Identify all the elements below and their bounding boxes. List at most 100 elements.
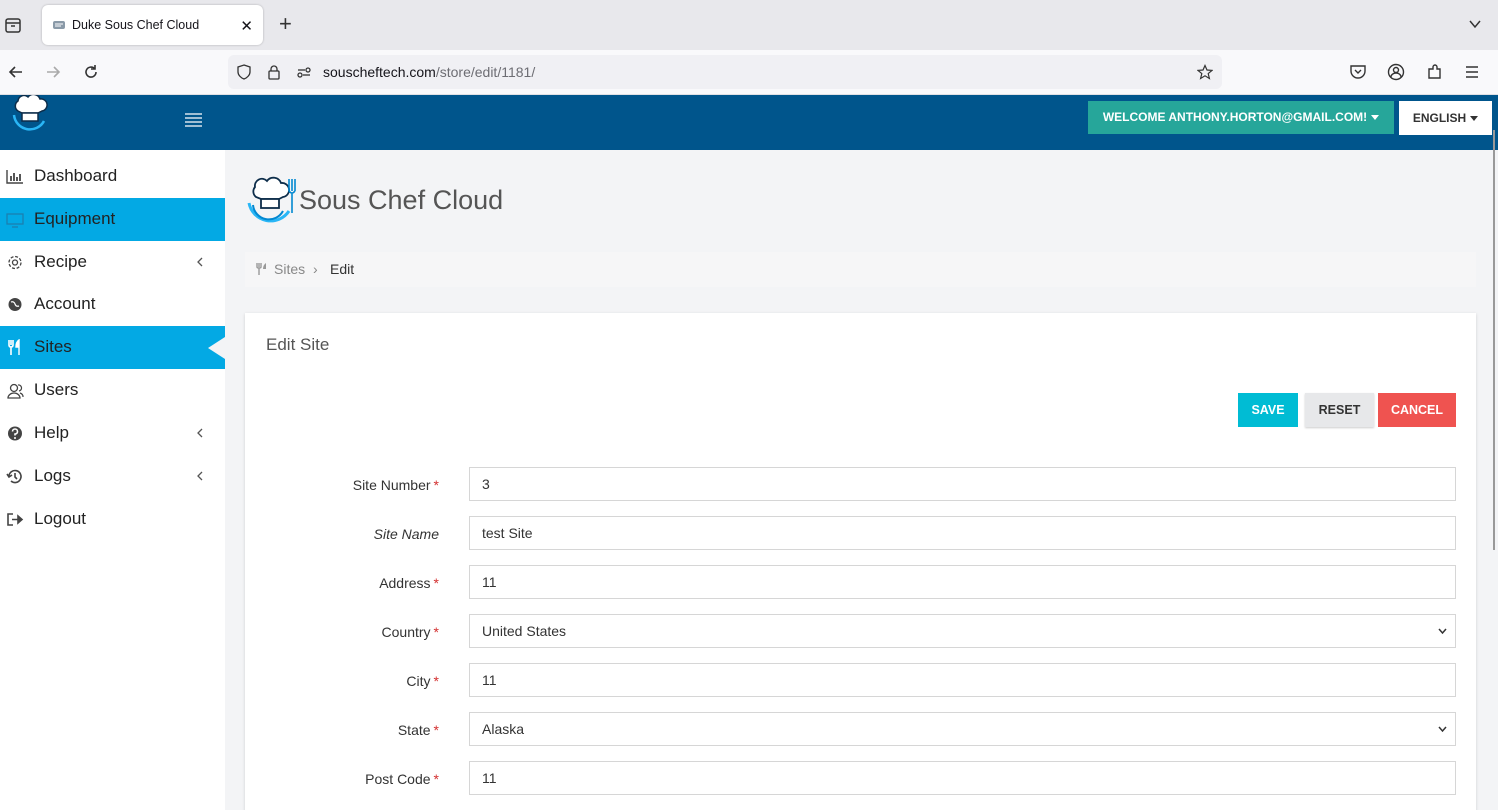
chevron-left-icon xyxy=(197,257,203,267)
state-label: State * xyxy=(245,722,439,738)
label-text: Site Name xyxy=(373,526,439,542)
caret-down-icon xyxy=(1371,115,1380,121)
required-mark: * xyxy=(433,624,439,640)
cutlery-icon xyxy=(8,339,20,355)
label-text: Country xyxy=(381,624,431,640)
browser-tab-bar: Duke Sous Chef Cloud ✕ + xyxy=(0,0,1498,50)
star-icon[interactable] xyxy=(1197,64,1213,80)
sidebar-item-label: Equipment xyxy=(34,209,116,228)
hamburger-menu-icon[interactable] xyxy=(185,113,202,127)
account-icon[interactable] xyxy=(1387,63,1405,81)
address-label: Address * xyxy=(245,575,439,591)
browser-tab[interactable]: Duke Sous Chef Cloud ✕ xyxy=(42,5,263,45)
reset-button[interactable]: RESET xyxy=(1305,393,1374,427)
sidebar-item-recipe[interactable]: Recipe xyxy=(0,241,225,284)
user-menu-button[interactable]: WELCOME ANTHONY.HORTON@GMAIL.COM! xyxy=(1088,101,1394,134)
sidebar-item-logout[interactable]: Logout xyxy=(0,498,225,541)
url-text[interactable]: souscheftech.com/store/edit/1181/ xyxy=(323,64,535,80)
sidebar-item-label: Help xyxy=(34,423,69,442)
reload-icon[interactable] xyxy=(81,62,101,82)
label-text: Site Number xyxy=(352,477,431,493)
required-mark: * xyxy=(433,477,439,493)
breadcrumb: Sites › Edit xyxy=(245,252,1476,287)
forward-icon[interactable] xyxy=(43,62,63,82)
chevron-down-icon xyxy=(1438,726,1447,733)
lock-icon[interactable] xyxy=(266,64,282,80)
users-icon xyxy=(7,383,24,399)
save-button[interactable]: SAVE xyxy=(1238,393,1298,427)
required-mark: * xyxy=(433,771,439,787)
language-label: ENGLISH xyxy=(1412,111,1467,125)
sidebar-item-account[interactable]: Account xyxy=(0,283,225,326)
chef-hat-logo-icon[interactable] xyxy=(8,95,52,135)
post-code-label: Post Code * xyxy=(245,771,439,787)
tab-close-icon[interactable]: ✕ xyxy=(240,17,253,35)
question-circle-icon xyxy=(8,426,22,441)
label-text: City xyxy=(406,673,431,689)
permissions-icon[interactable] xyxy=(296,64,312,80)
sidebar-item-help[interactable]: Help xyxy=(0,412,225,455)
card-title: Edit Site xyxy=(266,335,330,354)
welcome-label: WELCOME ANTHONY.HORTON@GMAIL.COM! xyxy=(1102,110,1368,124)
new-tab-button[interactable]: + xyxy=(279,13,292,35)
globe-icon xyxy=(8,298,22,311)
site-name-input[interactable]: test Site xyxy=(469,516,1456,550)
chevron-down-icon xyxy=(1438,628,1447,635)
tab-title: Duke Sous Chef Cloud xyxy=(72,18,200,32)
chevron-down-icon[interactable] xyxy=(1468,17,1482,31)
state-select[interactable]: Alaska xyxy=(469,712,1456,746)
shield-icon[interactable] xyxy=(236,64,252,80)
city-input[interactable]: 11 xyxy=(469,663,1456,697)
sidebar-item-label: Users xyxy=(34,380,79,399)
page-scrollbar[interactable] xyxy=(1493,130,1495,550)
country-selected-value: United States xyxy=(482,623,567,639)
url-bar[interactable]: souscheftech.com/store/edit/1181/ xyxy=(228,55,1222,89)
favicon-icon xyxy=(53,21,65,29)
cancel-button[interactable]: CANCEL xyxy=(1378,393,1456,427)
bar-chart-icon xyxy=(6,170,23,184)
site-number-label: Site Number * xyxy=(245,477,439,493)
required-mark: * xyxy=(433,575,439,591)
caret-down-icon xyxy=(1470,116,1479,122)
active-pointer xyxy=(208,337,225,359)
breadcrumb-sites-link[interactable]: Sites xyxy=(274,261,305,277)
post-code-input[interactable]: 11 xyxy=(469,761,1456,795)
menu-icon[interactable] xyxy=(1463,63,1481,81)
sidebar-item-users[interactable]: Users xyxy=(0,369,225,412)
label-text: State xyxy=(397,722,431,738)
history-icon xyxy=(6,469,22,484)
sidebar-item-logs[interactable]: Logs xyxy=(0,455,225,498)
city-label: City * xyxy=(245,673,439,689)
sidebar-item-equipment[interactable]: Equipment xyxy=(0,198,225,241)
site-name-label: Site Name xyxy=(245,526,439,542)
sidebar-item-dashboard[interactable]: Dashboard xyxy=(0,155,225,198)
site-number-input[interactable]: 3 xyxy=(469,467,1456,501)
label-text: Address xyxy=(379,575,431,591)
browser-nav-bar: souscheftech.com/store/edit/1181/ xyxy=(0,50,1498,95)
sidebar-item-label: Account xyxy=(34,294,96,313)
state-selected-value: Alaska xyxy=(482,721,525,737)
edit-site-card: Edit Site SAVE RESET CANCEL Site Number *… xyxy=(245,313,1476,810)
sidebar-item-label: Logout xyxy=(34,509,86,528)
language-dropdown[interactable]: ENGLISH xyxy=(1399,101,1492,135)
country-select[interactable]: United States xyxy=(469,614,1456,648)
sidebar-item-label: Dashboard xyxy=(34,166,118,185)
monitor-icon xyxy=(6,213,24,228)
pocket-icon[interactable] xyxy=(1349,63,1367,81)
sidebar-item-sites[interactable]: Sites xyxy=(0,326,225,369)
brand-name: Sous Chef Cloud xyxy=(299,185,504,215)
address-input[interactable]: 11 xyxy=(469,565,1456,599)
sidebar-item-label: Logs xyxy=(34,466,71,485)
cutlery-icon xyxy=(256,263,266,275)
tab-list-icon[interactable] xyxy=(4,16,22,34)
sidebar: Dashboard Equipment Recipe Account Sites… xyxy=(0,150,225,810)
app-header: WELCOME ANTHONY.HORTON@GMAIL.COM! ENGLIS… xyxy=(0,95,1498,150)
chevron-left-icon xyxy=(197,471,203,481)
chef-hat-logo-icon xyxy=(247,176,296,223)
required-mark: * xyxy=(433,673,439,689)
back-icon[interactable] xyxy=(6,62,26,82)
required-mark: * xyxy=(433,722,439,738)
url-domain: souscheftech.com xyxy=(323,64,436,80)
extensions-icon[interactable] xyxy=(1426,63,1444,81)
sign-out-icon xyxy=(7,513,24,526)
